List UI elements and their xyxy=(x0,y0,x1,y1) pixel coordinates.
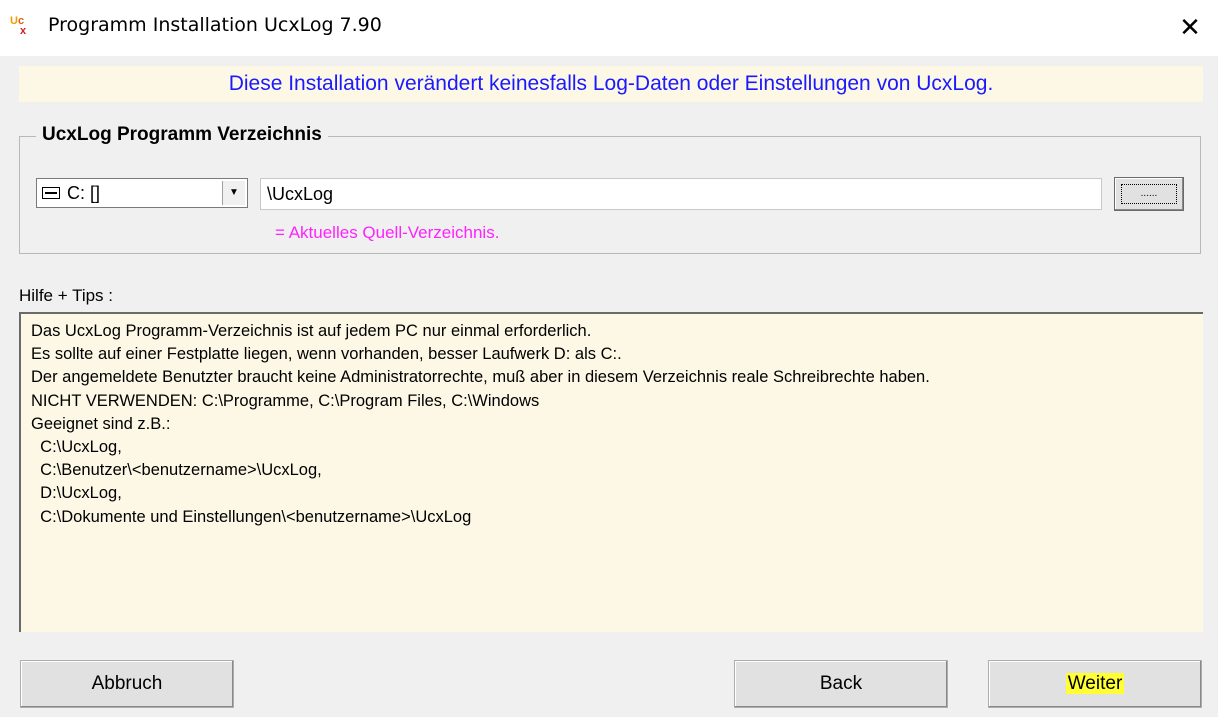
directory-group-legend: UcxLog Programm Verzeichnis xyxy=(36,124,328,146)
source-directory-note: = Aktuelles Quell-Verzeichnis. xyxy=(275,223,500,242)
path-input[interactable] xyxy=(260,178,1102,210)
help-line: Das UcxLog Programm-Verzeichnis ist auf … xyxy=(31,322,592,340)
drive-icon xyxy=(42,187,60,199)
info-banner: Diese Installation verändert keinesfalls… xyxy=(19,66,1203,102)
browse-button-label: ...... xyxy=(1121,184,1177,204)
window-title: Programm Installation UcxLog 7.90 xyxy=(48,14,382,36)
chevron-down-icon[interactable]: ▼ xyxy=(222,181,245,205)
help-text-area[interactable]: Das UcxLog Programm-Verzeichnis ist auf … xyxy=(19,312,1203,632)
ucxlog-logo-icon: Ucx xyxy=(10,15,27,37)
help-line: NICHT VERWENDEN: C:\Programme, C:\Progra… xyxy=(31,391,540,410)
title-bar: Ucx Programm Installation UcxLog 7.90 ✕ xyxy=(0,0,1218,56)
next-button[interactable]: Weiter xyxy=(988,660,1202,708)
next-button-label: Weiter xyxy=(1065,673,1125,694)
cancel-button[interactable]: Abbruch xyxy=(20,660,234,708)
help-line: C:\Benutzer\<benutzername>\UcxLog, xyxy=(31,461,322,480)
help-line: Geeignet sind z.B.: xyxy=(31,414,171,433)
help-line: D:\UcxLog, xyxy=(31,484,122,503)
browse-button[interactable]: ...... xyxy=(1114,177,1184,211)
back-button[interactable]: Back xyxy=(734,660,948,708)
help-line: Es sollte auf einer Festplatte liegen, w… xyxy=(31,345,622,364)
drive-select[interactable]: C: [] ▼ xyxy=(36,178,248,208)
drive-select-value: C: [] xyxy=(67,183,101,203)
help-line: C:\Dokumente und Einstellungen\<benutzer… xyxy=(31,507,472,526)
help-label: Hilfe + Tips : xyxy=(19,286,114,305)
close-button[interactable]: ✕ xyxy=(1162,0,1218,56)
help-line: Der angemeldete Benutzter braucht keine … xyxy=(31,368,930,387)
help-line: C:\UcxLog, xyxy=(31,438,122,457)
